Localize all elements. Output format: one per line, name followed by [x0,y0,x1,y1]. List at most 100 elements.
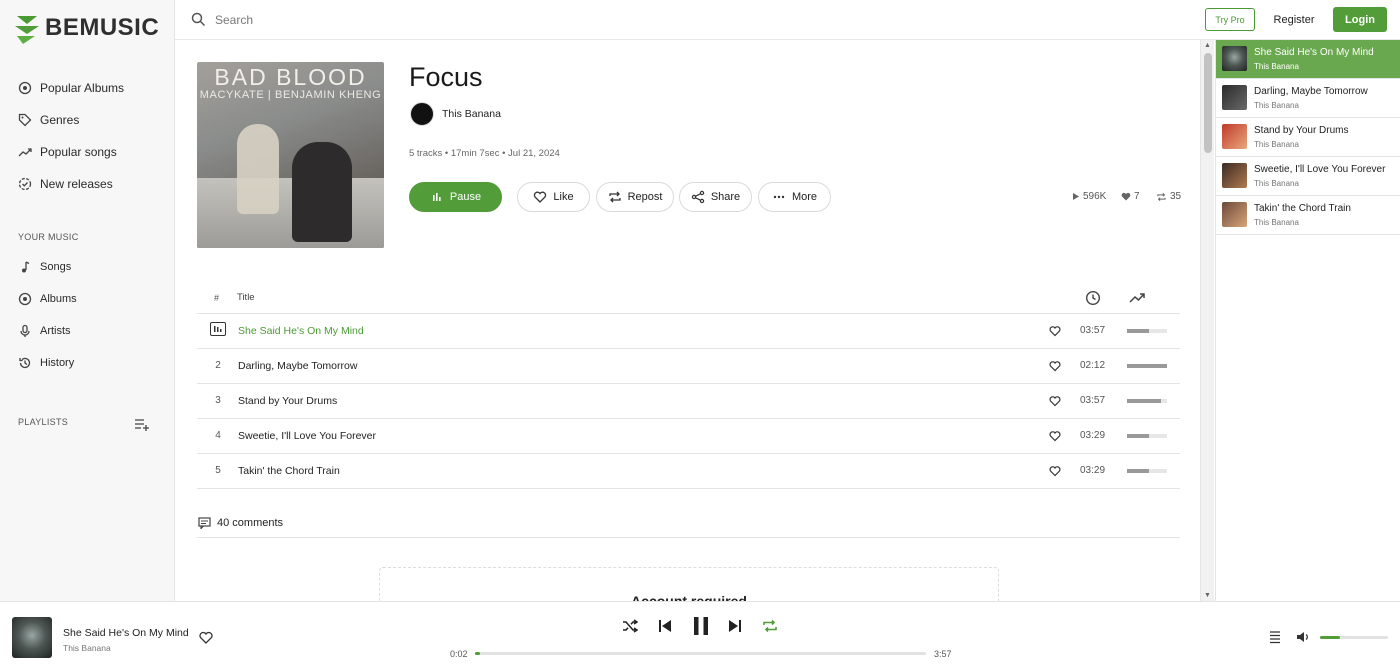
track-title[interactable]: Stand by Your Drums [238,395,337,407]
pause-icon[interactable] [690,615,712,637]
queue-item[interactable]: Takin' the Chord Train This Banana [1216,196,1400,235]
heart-icon[interactable] [199,631,213,644]
queue-item-artist: This Banana [1254,218,1299,227]
queue-item[interactable]: She Said He's On My Mind This Banana [1216,40,1400,79]
previous-icon[interactable] [657,618,673,634]
search-input[interactable] [215,8,715,32]
more-button[interactable]: More [758,182,831,212]
next-icon[interactable] [727,618,743,634]
nav-popular-songs[interactable]: Popular songs [18,136,124,168]
nav-popular-albums[interactable]: Popular Albums [18,72,124,104]
track-popularity-bar [1127,329,1167,333]
heart-icon[interactable] [1049,325,1061,337]
trending-icon [18,148,32,157]
heart-icon [534,191,547,203]
queue-item-thumbnail [1222,163,1247,188]
cover-art-figure [292,142,352,242]
nav-new-releases[interactable]: New releases [18,168,124,200]
queue-icon[interactable] [1268,630,1282,644]
like-label: Like [553,191,574,203]
more-label: More [791,191,818,203]
equalizer-icon [432,193,441,201]
logo[interactable]: BEMUSIC [13,12,159,44]
heart-icon[interactable] [1049,465,1061,477]
queue-item-artist: This Banana [1254,179,1299,188]
like-button[interactable]: Like [517,182,590,212]
track-row[interactable]: 3 Stand by Your Drums 03:57 [197,384,1180,419]
track-row[interactable]: 4 Sweetie, I'll Love You Forever 03:29 [197,419,1180,454]
pause-button[interactable]: Pause [409,182,502,212]
album-meta: 5 tracks • 17min 7sec • Jul 21, 2024 [409,148,560,159]
current-time: 0:02 [450,649,468,659]
track-popularity-bar [1127,364,1167,368]
now-playing-title[interactable]: She Said He's On My Mind [63,627,189,639]
plays-stat: 596K [1071,191,1106,202]
try-pro-button[interactable]: Try Pro [1205,8,1255,31]
shuffle-icon[interactable] [622,618,638,634]
reposts-count: 35 [1170,191,1182,202]
track-title[interactable]: Darling, Maybe Tomorrow [238,360,357,372]
search-icon [191,12,206,27]
main-scrollbar[interactable]: ▲ ▼ [1200,40,1214,601]
track-row[interactable]: She Said He's On My Mind 03:57 [197,314,1180,349]
likes-stat: 7 [1121,191,1140,202]
heart-icon[interactable] [1049,360,1061,372]
track-row[interactable]: 2 Darling, Maybe Tomorrow 02:12 [197,349,1180,384]
repost-icon [1157,192,1166,201]
now-playing-artist[interactable]: This Banana [63,643,111,653]
your-music-label: YOUR MUSIC [18,232,79,242]
album-cover[interactable]: BAD BLOOD MACYKATE | BENJAMIN KHENG [197,62,384,248]
queue-item[interactable]: Sweetie, I'll Love You Forever This Banan… [1216,157,1400,196]
tag-icon [18,113,32,127]
heart-icon[interactable] [1049,395,1061,407]
queue-item-thumbnail [1222,202,1247,227]
artist-name[interactable]: This Banana [442,108,501,120]
volume-slider[interactable] [1320,636,1388,639]
nav-genres[interactable]: Genres [18,104,124,136]
track-title[interactable]: Takin' the Chord Train [238,465,340,477]
now-playing-thumbnail[interactable] [12,617,52,658]
your-music-nav: Songs Albums Artists History [18,251,77,379]
track-title[interactable]: She Said He's On My Mind [238,325,364,337]
nav-label: Artists [40,325,71,337]
playlist-add-icon[interactable] [134,417,150,431]
queue-item-artist: This Banana [1254,140,1299,149]
scroll-thumb[interactable] [1204,53,1212,153]
reposts-stat: 35 [1156,191,1181,202]
nav-history[interactable]: History [18,347,77,379]
new-releases-icon [18,177,32,191]
main-nav: Popular Albums Genres Popular songs New … [18,72,124,200]
track-title[interactable]: Sweetie, I'll Love You Forever [238,430,376,442]
volume-icon[interactable] [1296,630,1310,644]
track-popularity-fill [1127,434,1149,438]
share-button[interactable]: Share [679,182,752,212]
track-table-header: # Title [197,284,1180,314]
nav-songs[interactable]: Songs [18,251,77,283]
nav-artists[interactable]: Artists [18,315,77,347]
queue-item[interactable]: Stand by Your Drums This Banana [1216,118,1400,157]
repeat-icon[interactable] [762,618,778,634]
register-button[interactable]: Register [1267,8,1321,31]
progress-bar[interactable] [475,652,926,655]
queue-item-title: Takin' the Chord Train [1254,203,1351,214]
artist-avatar[interactable] [410,102,434,126]
comments-count: 40 comments [217,517,284,529]
comments-icon [198,517,211,529]
album-icon [18,81,32,95]
login-button[interactable]: Login [1333,7,1387,32]
album-title: Focus [409,62,483,92]
clock-icon [1085,290,1101,306]
scroll-up-arrow-icon[interactable]: ▲ [1204,42,1211,49]
heart-icon[interactable] [1049,430,1061,442]
repost-button[interactable]: Repost [596,182,674,212]
more-horizontal-icon [773,195,785,199]
scroll-down-arrow-icon[interactable]: ▼ [1204,592,1211,599]
now-playing-indicator-icon[interactable] [210,322,226,336]
track-popularity-fill [1127,364,1167,368]
nav-albums[interactable]: Albums [18,283,77,315]
progress-bar-fill [475,652,480,655]
queue-item[interactable]: Darling, Maybe Tomorrow This Banana [1216,79,1400,118]
cover-art-bed [197,178,384,248]
column-number: # [214,293,220,303]
track-row[interactable]: 5 Takin' the Chord Train 03:29 [197,454,1180,489]
